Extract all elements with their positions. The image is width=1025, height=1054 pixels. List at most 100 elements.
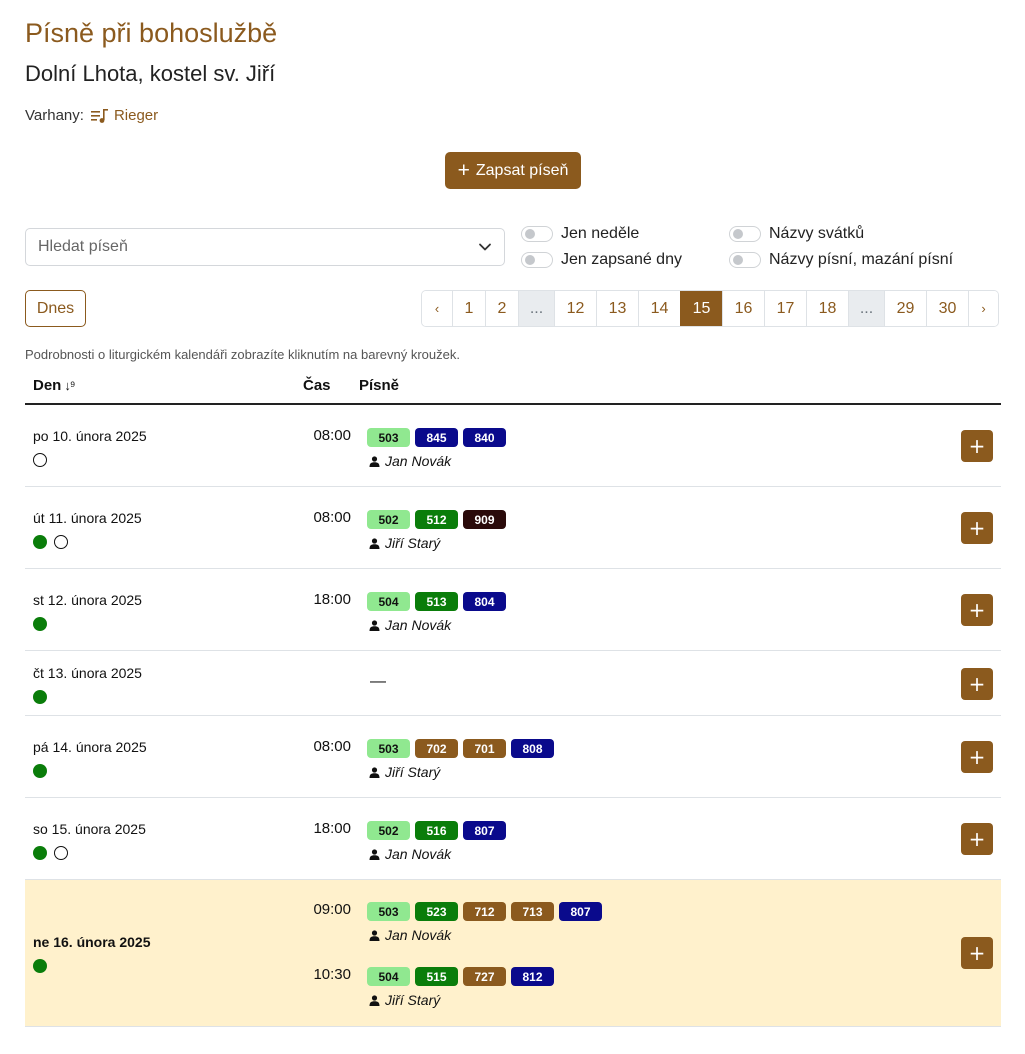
liturgical-color-dot[interactable] <box>54 535 68 549</box>
song-list: 503 845 840 <box>367 428 506 447</box>
song-badge[interactable]: 845 <box>415 428 458 447</box>
liturgical-color-dot[interactable] <box>33 959 47 973</box>
no-songs-dash: — <box>370 673 386 690</box>
song-badge[interactable]: 502 <box>367 510 410 529</box>
page-link-active[interactable]: 15 <box>680 291 722 326</box>
person-icon <box>369 929 380 941</box>
page-link[interactable]: 2 <box>485 291 518 326</box>
liturgical-color-dot[interactable] <box>33 846 47 860</box>
toggle-song-names-label: Názvy písní, mazání písní <box>769 251 954 268</box>
plus-icon: + <box>968 516 986 540</box>
page-prev-button[interactable]: ‹ <box>422 291 452 326</box>
song-list: 503 702 701 808 <box>367 739 554 758</box>
page-subtitle: Dolní Lhota, kostel sv. Jiří <box>25 61 276 86</box>
toggle-switch-icon <box>729 252 761 268</box>
person-icon <box>369 848 380 860</box>
page-next-button[interactable]: › <box>968 291 998 326</box>
liturgical-color-dot[interactable] <box>33 764 47 778</box>
table-row: út 11. února 2025 08:00 502 512 909 Jiří Star… <box>25 487 1001 569</box>
header-day[interactable]: Den ↓⁹ <box>33 377 75 394</box>
song-badge[interactable]: 503 <box>367 428 410 447</box>
table-header: Den ↓⁹ Čas Písně <box>25 366 1001 405</box>
date-label: so 15. února 2025 <box>33 821 146 837</box>
song-badge[interactable]: 502 <box>367 821 410 840</box>
page-link[interactable]: 14 <box>638 291 680 326</box>
organ-link[interactable]: Rieger <box>90 107 159 124</box>
page-link[interactable]: 30 <box>926 291 968 326</box>
song-badge[interactable]: 504 <box>367 592 410 611</box>
add-song-button[interactable]: + Zapsat píseň <box>445 152 581 189</box>
song-badge[interactable]: 804 <box>463 592 506 611</box>
organist: Jiří Starý <box>369 535 440 551</box>
date-cell: pá 14. února 2025 <box>33 739 147 778</box>
page-link[interactable]: 1 <box>452 291 485 326</box>
song-search-select[interactable]: Hledat píseň <box>25 228 505 266</box>
toggle-feast-names[interactable]: Názvy svátků <box>729 225 864 243</box>
liturgical-dots <box>33 690 142 704</box>
song-badge[interactable]: 727 <box>463 967 506 986</box>
toggle-recorded-days-only[interactable]: Jen zapsané dny <box>521 251 682 269</box>
song-badge[interactable]: 516 <box>415 821 458 840</box>
song-badge[interactable]: 840 <box>463 428 506 447</box>
page-link[interactable]: 29 <box>884 291 926 326</box>
song-list: 504 515 727 812 <box>367 967 554 986</box>
organ-name: Rieger <box>113 107 159 124</box>
song-badge[interactable]: 713 <box>511 902 554 921</box>
service-time: 08:00 <box>313 509 351 526</box>
toggle-song-names[interactable]: Názvy písní, mazání písní <box>729 251 953 269</box>
liturgical-color-dot[interactable] <box>33 617 47 631</box>
song-badge[interactable]: 909 <box>463 510 506 529</box>
organist-name: Jan Novák <box>385 617 452 633</box>
song-list: 504 513 804 <box>367 592 506 611</box>
add-song-row-button[interactable]: + <box>961 937 993 969</box>
date-label: po 10. února 2025 <box>33 428 147 444</box>
song-badge[interactable]: 512 <box>415 510 458 529</box>
table-row: so 15. února 2025 18:00 502 516 807 Jan Novák… <box>25 798 1001 880</box>
song-badge[interactable]: 504 <box>367 967 410 986</box>
table-row: ne 16. února 2025 09:00 503 523 712 713 807 Jan… <box>25 880 1001 1027</box>
song-badge[interactable]: 503 <box>367 902 410 921</box>
add-song-row-button[interactable]: + <box>961 430 993 462</box>
date-cell: st 12. února 2025 <box>33 592 142 631</box>
liturgical-color-dot[interactable] <box>33 535 47 549</box>
person-icon <box>369 619 380 631</box>
add-song-row-button[interactable]: + <box>961 594 993 626</box>
song-badge[interactable]: 812 <box>511 967 554 986</box>
organist: Jiří Starý <box>369 764 440 780</box>
song-badge[interactable]: 807 <box>463 821 506 840</box>
song-badge[interactable]: 515 <box>415 967 458 986</box>
song-badge[interactable]: 712 <box>463 902 506 921</box>
add-song-row-button[interactable]: + <box>961 512 993 544</box>
add-song-row-button[interactable]: + <box>961 741 993 773</box>
page-link[interactable]: 12 <box>554 291 596 326</box>
organist-name: Jiří Starý <box>385 535 441 551</box>
page-link[interactable]: 16 <box>722 291 764 326</box>
organist-name: Jiří Starý <box>385 764 441 780</box>
song-badge[interactable]: 523 <box>415 902 458 921</box>
page: Písně při bohoslužbě Dolní Lhota, kostel… <box>0 0 1025 1054</box>
song-badge[interactable]: 701 <box>463 739 506 758</box>
liturgical-color-dot[interactable] <box>54 846 68 860</box>
page-link[interactable]: 13 <box>596 291 638 326</box>
page-link[interactable]: 17 <box>764 291 806 326</box>
song-badge[interactable]: 807 <box>559 902 602 921</box>
table-body: po 10. února 2025 08:00 503 845 840 Jan Novák… <box>25 405 1001 1027</box>
page-link[interactable]: 18 <box>806 291 848 326</box>
table-row: st 12. února 2025 18:00 504 513 804 Jan Novák… <box>25 569 1001 651</box>
liturgical-dots <box>33 617 142 631</box>
song-badge[interactable]: 808 <box>511 739 554 758</box>
sort-descending-icon: ↓⁹ <box>64 378 75 393</box>
liturgical-color-dot[interactable] <box>33 690 47 704</box>
toggle-sundays-only[interactable]: Jen neděle <box>521 225 639 243</box>
song-badge[interactable]: 503 <box>367 739 410 758</box>
person-icon <box>369 766 380 778</box>
song-badge[interactable]: 702 <box>415 739 458 758</box>
organist: Jan Novák <box>369 846 451 862</box>
add-song-row-button[interactable]: + <box>961 823 993 855</box>
add-song-row-button[interactable]: + <box>961 668 993 700</box>
plus-icon: + <box>457 159 470 182</box>
song-badge[interactable]: 513 <box>415 592 458 611</box>
liturgical-color-dot[interactable] <box>33 453 47 467</box>
calendar-hint: Podrobnosti o liturgickém kalendáři zobr… <box>25 347 460 362</box>
today-button[interactable]: Dnes <box>25 290 86 327</box>
